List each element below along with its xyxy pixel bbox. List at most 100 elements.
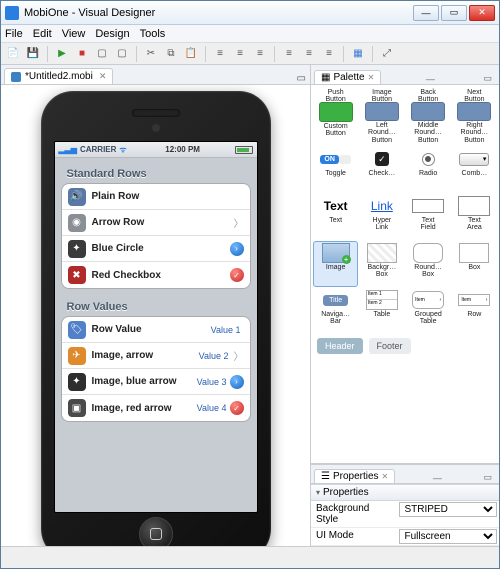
property-value-select[interactable]: STRIPED bbox=[399, 502, 497, 517]
align-bot-icon[interactable]: ≡ bbox=[321, 46, 337, 62]
palette-item[interactable]: Radio bbox=[406, 147, 451, 193]
row-label: Image, arrow bbox=[92, 350, 199, 361]
row-icon: ▣ bbox=[68, 399, 86, 417]
list-row[interactable]: ▣ Image, red arrow Value 4 ✓ bbox=[62, 395, 250, 421]
maximize-button[interactable]: ▭ bbox=[441, 5, 467, 21]
properties-max-icon[interactable]: ▭ bbox=[483, 472, 492, 483]
palette-item[interactable]: Middle Round… Button bbox=[406, 100, 451, 146]
palette-item-label: Check… bbox=[368, 170, 395, 177]
palette-item[interactable]: Item›Grouped Table bbox=[406, 288, 451, 334]
palette-item[interactable]: Image Button bbox=[359, 87, 404, 99]
list-row[interactable]: 🔊 Plain Row bbox=[62, 184, 250, 210]
align-top-icon[interactable]: ≡ bbox=[281, 46, 297, 62]
palette-item[interactable]: Box bbox=[452, 241, 497, 287]
new-icon[interactable]: 📄 bbox=[5, 46, 21, 62]
close-button[interactable]: ✕ bbox=[469, 5, 495, 21]
save-icon[interactable]: 💾 bbox=[25, 46, 41, 62]
property-value-select[interactable]: Fullscreen bbox=[399, 529, 497, 544]
palette-min-icon[interactable]: — bbox=[426, 74, 435, 84]
disclosure-red-icon: ✓ bbox=[230, 268, 244, 282]
palette-item[interactable]: Item 1Item 2Table bbox=[359, 288, 404, 334]
menu-file[interactable]: File bbox=[5, 28, 23, 40]
align-mid-icon[interactable]: ≡ bbox=[301, 46, 317, 62]
minimize-button[interactable]: — bbox=[413, 5, 439, 21]
list-row[interactable]: ◉ Arrow Row 〉 bbox=[62, 210, 250, 236]
align-center-icon[interactable]: ≡ bbox=[232, 46, 248, 62]
properties-tab[interactable]: ☰ Properties ✕ bbox=[314, 469, 395, 483]
editor-max-icon[interactable]: ▭ bbox=[297, 73, 306, 84]
editor-tab[interactable]: *Untitled2.mobi ✕ bbox=[4, 68, 113, 84]
palette-item[interactable]: Left Round… Button bbox=[359, 100, 404, 146]
menu-edit[interactable]: Edit bbox=[33, 28, 52, 40]
list-row[interactable]: ✦ Blue Circle › bbox=[62, 236, 250, 262]
palette-item[interactable]: LinkHyper Link bbox=[359, 194, 404, 240]
chevron-right-icon: 〉 bbox=[234, 215, 244, 230]
list-row[interactable]: ✈ Image, arrow Value 2 〉 bbox=[62, 343, 250, 369]
cut-icon[interactable]: ✂ bbox=[143, 46, 159, 62]
palette-panel: Push ButtonImage ButtonBack ButtonNext B… bbox=[311, 85, 499, 463]
disclosure-blue-icon: › bbox=[230, 242, 244, 256]
run-icon[interactable]: ▶ bbox=[54, 46, 70, 62]
palette-item[interactable]: +Image bbox=[313, 241, 358, 287]
menu-design[interactable]: Design bbox=[95, 28, 129, 40]
phone-screen[interactable]: ▂▃▅ CARRIER ᯤ 12:00 PM Standard Rows 🔊 bbox=[54, 141, 258, 513]
row-icon: ◉ bbox=[68, 214, 86, 232]
palette-item[interactable]: Next Button bbox=[452, 87, 497, 99]
palette-max-icon[interactable]: ▭ bbox=[483, 73, 492, 84]
menubar: File Edit View Design Tools bbox=[1, 25, 499, 43]
palette-header-widget[interactable]: Header bbox=[317, 338, 363, 354]
grid-icon[interactable]: ▦ bbox=[350, 46, 366, 62]
copy-icon[interactable]: ⧉ bbox=[163, 46, 179, 62]
palette-item-label: Image bbox=[326, 264, 345, 271]
list-row[interactable]: 🏷 Row Value Value 1 bbox=[62, 317, 250, 343]
properties-min-icon[interactable]: — bbox=[433, 473, 442, 483]
section-header-standard: Standard Rows bbox=[61, 162, 251, 183]
palette-item[interactable]: Backgr… Box bbox=[359, 241, 404, 287]
wifi-icon: ᯤ bbox=[119, 144, 126, 155]
palette-item[interactable]: ✓Check… bbox=[359, 147, 404, 193]
palette-item[interactable]: ▾Comb… bbox=[452, 147, 497, 193]
emulator-icon[interactable]: ▢ bbox=[94, 46, 110, 62]
chevron-right-icon: 〉 bbox=[234, 348, 244, 363]
align-left-icon[interactable]: ≡ bbox=[212, 46, 228, 62]
stop-icon[interactable]: ■ bbox=[74, 46, 90, 62]
status-bar: ▂▃▅ CARRIER ᯤ 12:00 PM bbox=[55, 142, 257, 158]
emulator2-icon[interactable]: ▢ bbox=[114, 46, 130, 62]
palette-item[interactable]: TitleNaviga… Bar bbox=[313, 288, 358, 334]
window-title: MobiOne - Visual Designer bbox=[24, 7, 413, 19]
paste-icon[interactable]: 📋 bbox=[183, 46, 199, 62]
home-button[interactable] bbox=[139, 517, 173, 546]
palette-tab[interactable]: ▦ Palette ✕ bbox=[314, 70, 381, 84]
align-right-icon[interactable]: ≡ bbox=[252, 46, 268, 62]
expand-icon[interactable]: ⤢ bbox=[379, 46, 395, 62]
properties-panel: ☰ Properties ✕ — ▭ Properties Background… bbox=[311, 463, 499, 546]
palette-item[interactable]: Text Field bbox=[406, 194, 451, 240]
row-label: Arrow Row bbox=[92, 217, 232, 228]
palette-item[interactable]: Push Button bbox=[313, 87, 358, 99]
menu-view[interactable]: View bbox=[62, 28, 86, 40]
palette-item[interactable]: ON Toggle bbox=[313, 147, 358, 193]
list-row[interactable]: ✖ Red Checkbox ✓ bbox=[62, 262, 250, 288]
property-row: Background StyleSTRIPED bbox=[311, 501, 499, 528]
design-canvas[interactable]: ▂▃▅ CARRIER ᯤ 12:00 PM Standard Rows 🔊 bbox=[1, 85, 310, 546]
list-row[interactable]: ✦ Image, blue arrow Value 3 › bbox=[62, 369, 250, 395]
palette-item-label: Right Round… Button bbox=[461, 122, 489, 144]
palette-item-label: Text Field bbox=[421, 217, 436, 232]
disclosure-red-icon: ✓ bbox=[230, 401, 244, 415]
palette-item[interactable]: TextText bbox=[313, 194, 358, 240]
menu-tools[interactable]: Tools bbox=[140, 28, 166, 40]
palette-item-label: Grouped Table bbox=[415, 311, 442, 326]
titlebar: MobiOne - Visual Designer — ▭ ✕ bbox=[1, 1, 499, 25]
palette-item[interactable]: Back Button bbox=[406, 87, 451, 99]
palette-item[interactable]: Round… Box bbox=[406, 241, 451, 287]
properties-group-header[interactable]: Properties bbox=[311, 484, 499, 501]
tab-close-icon[interactable]: ✕ bbox=[99, 71, 107, 82]
palette-item-label: Toggle bbox=[325, 170, 346, 177]
palette-footer-widget[interactable]: Footer bbox=[369, 338, 411, 354]
palette-item[interactable]: Text Area bbox=[452, 194, 497, 240]
carrier-label: CARRIER bbox=[80, 145, 116, 154]
palette-item[interactable]: Custom Button bbox=[313, 100, 358, 146]
palette-item[interactable]: Right Round… Button bbox=[452, 100, 497, 146]
palette-item[interactable]: Item›Row bbox=[452, 288, 497, 334]
row-icon: ✦ bbox=[68, 240, 86, 258]
